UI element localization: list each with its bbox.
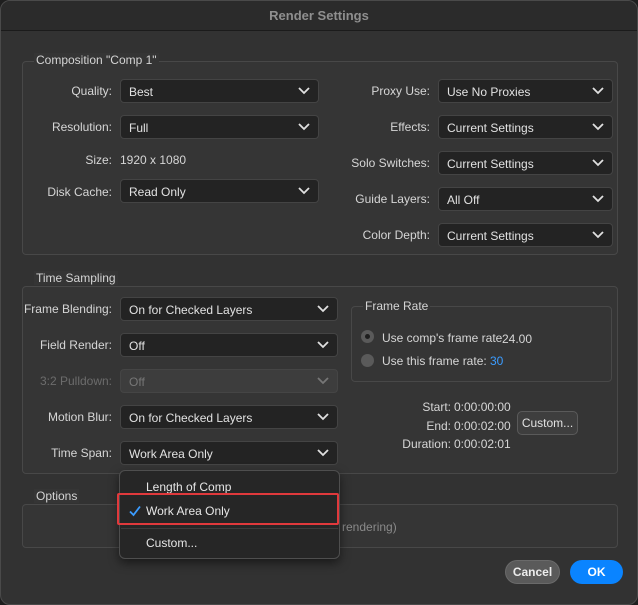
chevron-down-icon [592,123,604,131]
composition-group-label: Composition "Comp 1" [34,53,159,67]
solo-switches-label: Solo Switches: [351,156,430,170]
size-label: Size: [85,153,112,167]
use-this-frame-rate-radio[interactable] [361,354,374,367]
solo-switches-dropdown[interactable]: Current Settings [438,151,613,175]
frame-blending-value: On for Checked Layers [129,303,253,317]
motion-blur-label: Motion Blur: [47,410,112,424]
start-value: 0:00:00:00 [454,400,511,414]
title-bar[interactable]: Render Settings [1,1,637,31]
frame-blending-dropdown[interactable]: On for Checked Layers [120,297,338,321]
chevron-down-icon [298,87,310,95]
disk-cache-label: Disk Cache: [47,185,112,199]
guide-layers-dropdown[interactable]: All Off [438,187,613,211]
menu-divider [121,528,338,529]
field-render-dropdown[interactable]: Off [120,333,338,357]
color-depth-label: Color Depth: [362,228,430,242]
pulldown-value: Off [129,375,145,389]
chevron-down-icon [317,449,329,457]
use-comp-frame-rate-label[interactable]: Use comp's frame rate [382,331,502,345]
resolution-value: Full [129,121,149,135]
options-group-label: Options [34,489,80,503]
end-value: 0:00:02:00 [454,419,511,433]
solo-switches-value: Current Settings [447,157,534,171]
pulldown-dropdown: Off [120,369,338,393]
field-render-value: Off [129,339,145,353]
time-span-label: Time Span: [51,446,112,460]
motion-blur-value: On for Checked Layers [129,411,253,425]
motion-blur-dropdown[interactable]: On for Checked Layers [120,405,338,429]
frame-blending-label: Frame Blending: [23,302,112,316]
proxy-use-dropdown[interactable]: Use No Proxies [438,79,613,103]
resolution-label: Resolution: [51,120,112,134]
color-depth-dropdown[interactable]: Current Settings [438,223,613,247]
effects-value: Current Settings [447,121,534,135]
field-render-label: Field Render: [39,338,112,352]
guide-layers-label: Guide Layers: [355,192,430,206]
color-depth-value: Current Settings [447,229,534,243]
chevron-down-icon [298,123,310,131]
size-value: 1920 x 1080 [120,153,187,167]
chevron-down-icon [592,195,604,203]
chevron-down-icon [592,87,604,95]
disk-cache-dropdown[interactable]: Read Only [120,179,319,203]
guide-layers-value: All Off [447,193,480,207]
chevron-down-icon [317,377,329,385]
chevron-down-icon [317,341,329,349]
effects-dropdown[interactable]: Current Settings [438,115,613,139]
frame-rate-group-label: Frame Rate [363,299,431,313]
ok-button[interactable]: OK [570,560,623,584]
start-label: Start: [422,400,451,414]
menu-item-label: Custom... [146,536,198,550]
chevron-down-icon [592,159,604,167]
chevron-down-icon [298,187,310,195]
menu-item-label: Length of Comp [146,480,232,494]
duration-label: Duration: [402,437,451,451]
proxy-use-label: Proxy Use: [371,84,430,98]
use-this-frame-rate-label[interactable]: Use this frame rate: [382,354,487,368]
chevron-down-icon [317,305,329,313]
effects-label: Effects: [390,120,430,134]
time-span-value: Work Area Only [129,447,213,461]
menu-item-custom[interactable]: Custom... [120,532,339,554]
duration-value: 0:00:02:01 [454,437,511,451]
quality-dropdown[interactable]: Best [120,79,319,103]
comp-frame-rate-value: 24.00 [502,332,533,346]
end-label: End: [426,419,451,433]
chevron-down-icon [317,413,329,421]
use-comp-frame-rate-radio[interactable] [361,330,374,343]
pulldown-label: 3:2 Pulldown: [39,374,112,388]
options-partial-text: rendering) [342,520,397,534]
time-span-dropdown[interactable]: Work Area Only [120,441,338,465]
render-settings-window: Render Settings Composition "Comp 1" Qua… [0,0,638,605]
disk-cache-value: Read Only [129,185,186,199]
quality-value: Best [129,85,154,99]
quality-label: Quality: [71,84,112,98]
custom-time-span-button[interactable]: Custom... [517,411,578,435]
chevron-down-icon [592,231,604,239]
selection-highlight-box [117,493,339,525]
window-title: Render Settings [269,8,369,23]
time-sampling-group-label: Time Sampling [34,271,118,285]
resolution-dropdown[interactable]: Full [120,115,319,139]
proxy-use-value: Use No Proxies [447,85,531,99]
cancel-button[interactable]: Cancel [505,560,560,584]
frame-rate-input[interactable]: 30 [490,354,503,368]
